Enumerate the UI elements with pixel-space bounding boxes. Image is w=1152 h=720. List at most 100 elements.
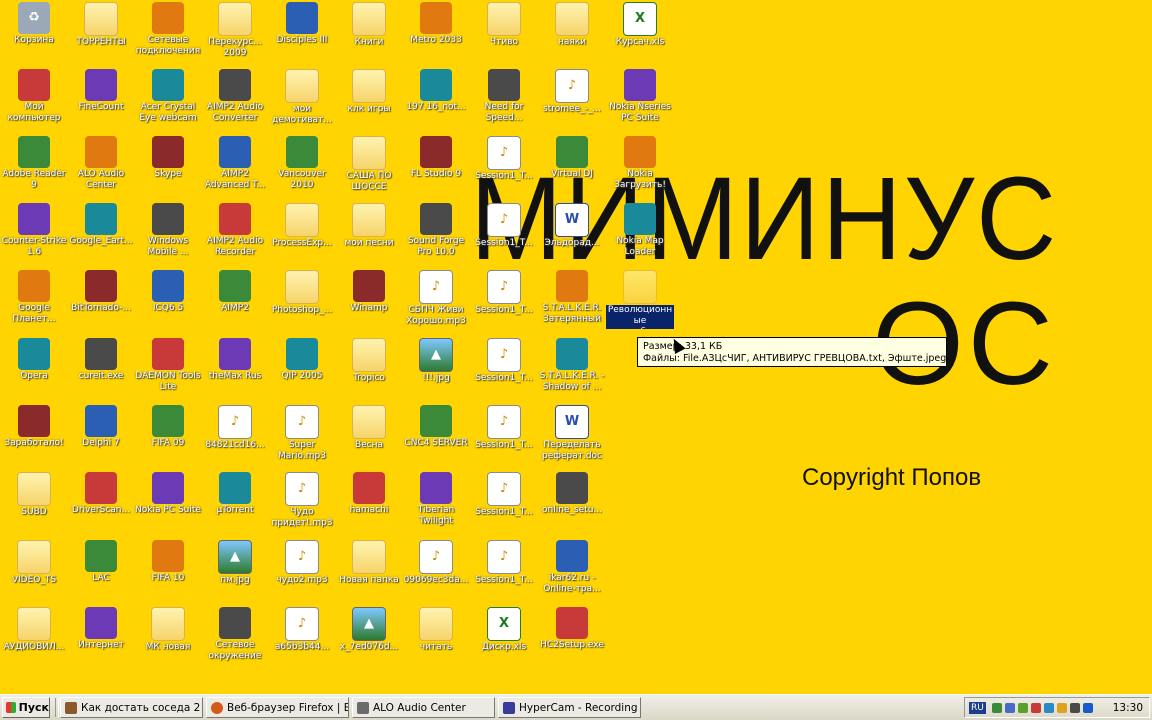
signal-icon[interactable] bbox=[1017, 702, 1028, 713]
volume-icon[interactable] bbox=[1069, 702, 1080, 713]
desktop-icon[interactable]: Революционные дистрибутив... bbox=[606, 270, 674, 329]
desktop-icon[interactable]: ikar62.ru - Online-тра... bbox=[538, 540, 606, 595]
desktop-icon[interactable]: FIFA 09 bbox=[134, 405, 202, 449]
desktop-icon[interactable]: Интернет bbox=[67, 607, 135, 651]
desktop-icon[interactable]: ♪ Session1_T... bbox=[470, 338, 538, 384]
desktop-icon[interactable]: ProcessExp... bbox=[268, 203, 336, 249]
desktop-icon[interactable]: Virtual DJ bbox=[538, 136, 606, 180]
desktop-icon[interactable]: W Переделать реферат.doc bbox=[538, 405, 606, 462]
antivirus-icon[interactable] bbox=[1030, 702, 1041, 713]
desktop-icon[interactable]: Photoshop_... bbox=[268, 270, 336, 316]
desktop-icon[interactable]: CNC4 SERVER bbox=[402, 405, 470, 449]
desktop-icon[interactable]: Tropico bbox=[335, 338, 403, 384]
bluetooth-icon[interactable] bbox=[1004, 702, 1015, 713]
desktop-icon[interactable]: ♪ stromee_-_... bbox=[538, 69, 606, 115]
desktop-icon[interactable]: S.T.A.L.K.E.R. Затерянный ... bbox=[538, 270, 606, 327]
desktop-icon[interactable]: Nokia Загрузить! bbox=[606, 136, 674, 191]
desktop-icon[interactable]: Acer Crystal Eye webcam bbox=[134, 69, 202, 124]
desktop-icon[interactable]: ♪ Super Mario.mp3 bbox=[268, 405, 336, 462]
desktop-icon[interactable]: ▲ x_7ed076d... bbox=[335, 607, 403, 653]
start-button[interactable]: Пуск bbox=[2, 697, 50, 718]
desktop-icon[interactable]: ♪ Session1_T... bbox=[470, 270, 538, 316]
desktop-icon[interactable]: ♪ Session1_T... bbox=[470, 405, 538, 451]
desktop-icon[interactable]: AIMP2 bbox=[201, 270, 269, 314]
desktop-icon[interactable]: AIMP2 Audio Recorder bbox=[201, 203, 269, 258]
desktop-icon[interactable]: ♪ Session1_T... bbox=[470, 472, 538, 518]
desktop-icon[interactable]: ♪ Session1_T... bbox=[470, 203, 538, 249]
desktop-icon[interactable]: ♪ чудо2.mp3 bbox=[268, 540, 336, 586]
desktop-icon[interactable]: HC2Setup.exe bbox=[538, 607, 606, 651]
desktop-icon[interactable]: Google Планет... bbox=[0, 270, 68, 325]
desktop-icon[interactable]: QIP 2005 bbox=[268, 338, 336, 382]
desktop-icon[interactable]: Nokia PC Suite bbox=[134, 472, 202, 516]
desktop-icon[interactable]: ♪ 84821cd16... bbox=[201, 405, 269, 451]
desktop-icon[interactable]: Заработало! bbox=[0, 405, 68, 449]
desktop-icon[interactable]: LAC bbox=[67, 540, 135, 584]
desktop-icon[interactable]: Metro 2033 bbox=[402, 2, 470, 46]
desktop-icon[interactable]: Delphi 7 bbox=[67, 405, 135, 449]
desktop-icon[interactable]: Сетевые подключения bbox=[134, 2, 202, 57]
desktop-icon[interactable]: online_setu... bbox=[538, 472, 606, 516]
desktop-icon[interactable]: ♪ СБПЧ Живи Хорошо.mp3 bbox=[402, 270, 470, 327]
desktop-icon[interactable]: Nokia Nseries PC Suite bbox=[606, 69, 674, 124]
desktop-icon[interactable]: ▲ !!!.jpg bbox=[402, 338, 470, 384]
desktop-icon[interactable]: Книги bbox=[335, 2, 403, 48]
desktop-icon[interactable]: Перекурс... 2009 bbox=[201, 2, 269, 59]
desktop-icon[interactable]: hamachi bbox=[335, 472, 403, 516]
desktop-icon[interactable]: Google_Eart... bbox=[67, 203, 135, 247]
task-button-game[interactable]: Как достать соседа 2 bbox=[60, 697, 203, 718]
desktop-icon[interactable]: µTorrent bbox=[201, 472, 269, 516]
desktop-icon[interactable]: FIFA 10 bbox=[134, 540, 202, 584]
update-icon[interactable] bbox=[1082, 702, 1093, 713]
clock[interactable]: 13:30 bbox=[1113, 702, 1143, 714]
language-indicator[interactable]: RU bbox=[969, 701, 986, 714]
desktop[interactable]: МИМИНУС ОС Copyright Попов ♻ Корзина Мой к… bbox=[0, 0, 1152, 694]
desktop-icon[interactable]: cureit.exe bbox=[67, 338, 135, 382]
desktop-icon[interactable]: наяки bbox=[538, 2, 606, 48]
desktop-icon[interactable]: Новая папка bbox=[335, 540, 403, 586]
desktop-icon[interactable]: Сетевое окружение bbox=[201, 607, 269, 662]
desktop-icon[interactable]: DriverScan... bbox=[67, 472, 135, 516]
desktop-icon[interactable]: VIDEO_TS bbox=[0, 540, 68, 586]
desktop-icon[interactable]: AIMP2 Advanced T... bbox=[201, 136, 269, 191]
desktop-icon[interactable]: Весна bbox=[335, 405, 403, 451]
task-button-hypercam[interactable]: HyperCam - Recording bbox=[498, 697, 641, 718]
desktop-icon[interactable]: ▲ пм.jpg bbox=[201, 540, 269, 586]
desktop-icon[interactable]: W Эльдорад... bbox=[538, 203, 606, 249]
desktop-icon[interactable]: ♪ Session1_T... bbox=[470, 540, 538, 586]
task-button-alo-audio[interactable]: ALO Audio Center bbox=[352, 697, 495, 718]
desktop-icon[interactable]: SUBD bbox=[0, 472, 68, 518]
desktop-icon[interactable]: Counter-Strike 1.6 bbox=[0, 203, 68, 258]
desktop-icon[interactable]: ♪ Session1_T... bbox=[470, 136, 538, 182]
desktop-icon[interactable]: FL Studio 9 bbox=[402, 136, 470, 180]
desktop-icon[interactable]: Need for Speed... bbox=[470, 69, 538, 124]
desktop-icon[interactable]: Nokia Map Loader bbox=[606, 203, 674, 258]
desktop-icon[interactable]: Opera bbox=[0, 338, 68, 382]
desktop-icon[interactable]: X Дискр.xls bbox=[470, 607, 538, 653]
desktop-icon[interactable]: клк игры bbox=[335, 69, 403, 115]
desktop-icon[interactable]: Winamp bbox=[335, 270, 403, 314]
desktop-icon[interactable]: САША ПО ШОССЕ bbox=[335, 136, 403, 193]
desktop-icon[interactable]: ТОРРЕНТЫ bbox=[67, 2, 135, 48]
desktop-icon[interactable]: S.T.A.L.K.E.R. - Shadow of ... bbox=[538, 338, 606, 393]
desktop-icon[interactable]: AIMP2 Audio Converter bbox=[201, 69, 269, 124]
desktop-icon[interactable]: Мой компьютер bbox=[0, 69, 68, 124]
desktop-icon[interactable]: ♪ 09069ec3da... bbox=[402, 540, 470, 586]
desktop-icon[interactable]: ♪ Чудо придет!.mp3 bbox=[268, 472, 336, 529]
network-icon[interactable] bbox=[991, 702, 1002, 713]
desktop-icon[interactable]: theMax Rus bbox=[201, 338, 269, 382]
desktop-icon[interactable]: Adobe Reader 9 bbox=[0, 136, 68, 191]
desktop-icon[interactable]: читать bbox=[402, 607, 470, 653]
desktop-icon[interactable]: FineCount bbox=[67, 69, 135, 113]
desktop-icon[interactable]: Tiberian Twilight bbox=[402, 472, 470, 527]
desktop-icon[interactable]: Vancouver 2010 bbox=[268, 136, 336, 191]
desktop-icon[interactable]: ALO Audio Center bbox=[67, 136, 135, 191]
desktop-icon[interactable]: МК новая bbox=[134, 607, 202, 653]
desktop-icon[interactable]: Sound Forge Pro 10.0 bbox=[402, 203, 470, 258]
desktop-icon[interactable]: ICQ6.5 bbox=[134, 270, 202, 314]
desktop-icon[interactable]: ♻ Корзина bbox=[0, 2, 68, 46]
desktop-icon[interactable]: ♪ a65b3b44... bbox=[268, 607, 336, 653]
desktop-icon[interactable]: 197.16_not... bbox=[402, 69, 470, 113]
skype-tray-icon[interactable] bbox=[1043, 702, 1054, 713]
icq-tray-icon[interactable] bbox=[1056, 702, 1067, 713]
